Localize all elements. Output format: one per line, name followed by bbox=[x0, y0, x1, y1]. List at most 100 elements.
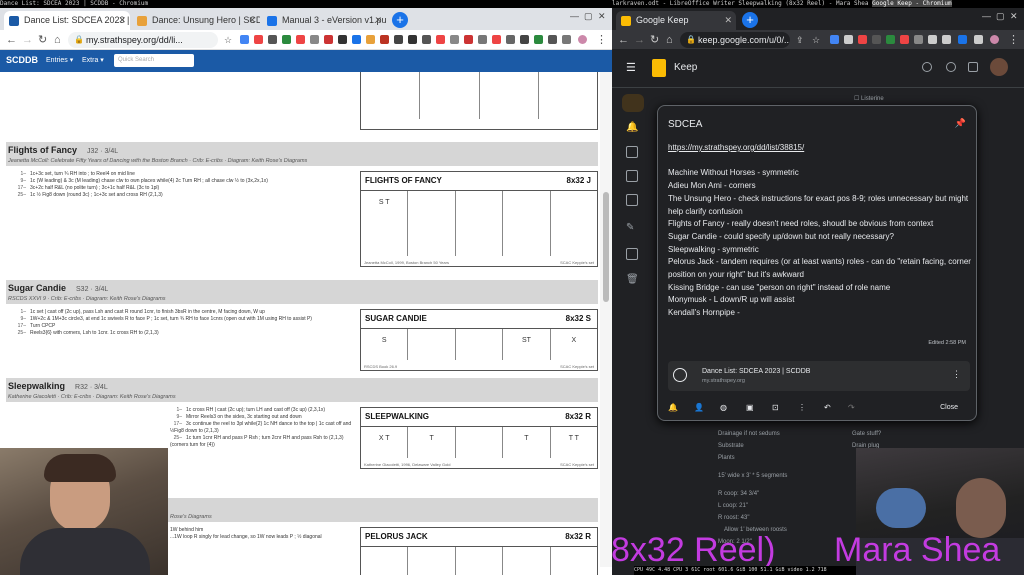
collaborator-icon[interactable]: 👤 bbox=[694, 403, 704, 412]
extension-icon[interactable] bbox=[520, 35, 529, 44]
forward-icon[interactable]: → bbox=[634, 33, 645, 47]
dance-name[interactable]: Flights of Fancy bbox=[8, 145, 77, 155]
avatar[interactable] bbox=[990, 35, 999, 44]
extension-icon[interactable] bbox=[296, 35, 305, 44]
puzzle-icon[interactable] bbox=[942, 35, 951, 44]
close-icon[interactable]: ✕ bbox=[118, 11, 126, 30]
close-icon[interactable]: ✕ bbox=[374, 11, 382, 30]
palette-icon[interactable]: ◍ bbox=[720, 403, 727, 412]
more-icon[interactable]: ⋮ bbox=[798, 403, 806, 412]
extension-icon[interactable] bbox=[844, 35, 853, 44]
extension-icon[interactable] bbox=[974, 35, 983, 44]
minimize-button[interactable]: — bbox=[570, 11, 579, 21]
extension-icon[interactable] bbox=[478, 35, 487, 44]
tab-dance-list[interactable]: Dance List: SDCEA 2023 | SC✕ bbox=[4, 11, 130, 30]
entries-menu[interactable]: Entries ▾ bbox=[46, 56, 73, 64]
reload-icon[interactable]: ↻ bbox=[38, 33, 47, 47]
hamburger-menu-icon[interactable]: ☰ bbox=[626, 61, 636, 74]
apps-grid-icon[interactable] bbox=[968, 62, 978, 72]
extension-icon[interactable] bbox=[324, 35, 333, 44]
extension-icon[interactable] bbox=[268, 35, 277, 44]
link-preview[interactable]: Dance List: SDCEA 2023 | SCDDB my.strath… bbox=[668, 361, 970, 391]
more-options-icon[interactable]: ⋮ bbox=[952, 369, 961, 380]
close-window-button[interactable]: ✕ bbox=[598, 11, 606, 22]
close-icon[interactable]: ✕ bbox=[248, 11, 256, 30]
account-avatar[interactable] bbox=[990, 58, 1008, 76]
extension-icon[interactable] bbox=[436, 35, 445, 44]
menu-kebab-icon[interactable]: ⋮ bbox=[596, 33, 607, 47]
back-icon[interactable]: ← bbox=[618, 33, 629, 47]
extension-icon[interactable] bbox=[380, 35, 389, 44]
new-tab-button[interactable]: + bbox=[392, 12, 408, 28]
extension-icon[interactable] bbox=[830, 35, 839, 44]
extension-icon[interactable] bbox=[352, 35, 361, 44]
extension-icon[interactable] bbox=[450, 35, 459, 44]
extra-menu[interactable]: Extra ▾ bbox=[82, 56, 104, 64]
archive-icon[interactable]: ⊡ bbox=[772, 403, 779, 412]
sidebar-reminders-icon[interactable]: 🔔 bbox=[626, 122, 638, 134]
extension-icon[interactable] bbox=[464, 35, 473, 44]
left-scrollbar[interactable] bbox=[600, 72, 612, 567]
puzzle-icon[interactable] bbox=[562, 35, 571, 44]
sidebar-label-icon[interactable] bbox=[626, 146, 638, 158]
extension-icon[interactable] bbox=[506, 35, 515, 44]
maximize-button[interactable]: ▢ bbox=[996, 11, 1005, 22]
minimize-button[interactable]: — bbox=[982, 11, 991, 21]
tab-unsung-hero[interactable]: Dance: Unsung Hero | SCDI ✕ bbox=[132, 11, 260, 30]
sidebar-edit-labels-icon[interactable]: ✎ bbox=[626, 222, 638, 234]
sidebar-trash-icon[interactable]: 🗑 bbox=[626, 274, 639, 286]
bookmark-star-icon[interactable]: ☆ bbox=[224, 33, 232, 47]
extension-icon[interactable] bbox=[492, 35, 501, 44]
extension-icon[interactable] bbox=[534, 35, 543, 44]
settings-gear-icon[interactable] bbox=[946, 62, 956, 72]
dance-name[interactable]: Sugar Candie bbox=[8, 283, 66, 293]
back-icon[interactable]: ← bbox=[6, 33, 17, 47]
extension-icon[interactable] bbox=[240, 35, 249, 44]
forward-icon[interactable]: → bbox=[22, 33, 33, 47]
extension-icon[interactable] bbox=[422, 35, 431, 44]
avatar[interactable] bbox=[578, 35, 587, 44]
extension-icon[interactable] bbox=[914, 35, 923, 44]
note-link[interactable]: https://my.strathspey.org/dd/list/38815/ bbox=[668, 142, 972, 155]
sidebar-label-icon[interactable] bbox=[626, 194, 638, 206]
image-icon[interactable]: ▣ bbox=[746, 403, 754, 412]
extension-icon[interactable] bbox=[338, 35, 347, 44]
tab-manual[interactable]: Manual 3 - eVersion v1.pu ✕ bbox=[262, 11, 386, 30]
remind-me-icon[interactable]: 🔔 bbox=[668, 403, 678, 412]
note-title[interactable]: SDCEA bbox=[668, 119, 702, 130]
extension-icon[interactable] bbox=[310, 35, 319, 44]
share-icon[interactable]: ⇪ bbox=[796, 33, 804, 47]
close-window-button[interactable]: ✕ bbox=[1010, 11, 1018, 22]
redo-icon[interactable]: ↷ bbox=[848, 403, 855, 412]
home-icon[interactable]: ⌂ bbox=[54, 33, 61, 47]
scrollbar-thumb[interactable] bbox=[603, 192, 609, 302]
extension-icon[interactable] bbox=[886, 35, 895, 44]
dance-name[interactable]: Sleepwalking bbox=[8, 381, 65, 391]
scddb-brand[interactable]: SCDDB bbox=[6, 55, 38, 65]
sidebar-archive-icon[interactable] bbox=[626, 248, 638, 260]
extension-icon[interactable] bbox=[366, 35, 375, 44]
extension-icon[interactable] bbox=[872, 35, 881, 44]
quick-search-input[interactable]: Quick Search bbox=[114, 54, 194, 67]
extension-icon[interactable] bbox=[900, 35, 909, 44]
sidebar-notes-icon[interactable] bbox=[622, 94, 644, 112]
extension-icon[interactable] bbox=[254, 35, 263, 44]
close-icon[interactable]: ✕ bbox=[724, 11, 732, 30]
home-icon[interactable]: ⌂ bbox=[666, 33, 673, 47]
close-note-button[interactable]: Close bbox=[940, 404, 958, 411]
undo-icon[interactable]: ↶ bbox=[824, 403, 831, 412]
extension-icon[interactable] bbox=[958, 35, 967, 44]
maximize-button[interactable]: ▢ bbox=[584, 11, 593, 22]
pin-icon[interactable]: 📌 bbox=[955, 118, 966, 129]
tab-google-keep[interactable]: Google Keep ✕ bbox=[616, 11, 736, 30]
url-input[interactable]: 🔒 keep.google.com/u/0/... bbox=[680, 32, 790, 48]
extension-icon[interactable] bbox=[394, 35, 403, 44]
extension-icon[interactable] bbox=[408, 35, 417, 44]
extension-icon[interactable] bbox=[282, 35, 291, 44]
sidebar-label-icon[interactable] bbox=[626, 170, 638, 182]
bookmark-star-icon[interactable]: ☆ bbox=[812, 33, 820, 47]
extension-icon[interactable] bbox=[928, 35, 937, 44]
extension-icon[interactable] bbox=[548, 35, 557, 44]
menu-kebab-icon[interactable]: ⋮ bbox=[1008, 33, 1019, 47]
note-body[interactable]: https://my.strathspey.org/dd/list/38815/… bbox=[668, 142, 972, 320]
